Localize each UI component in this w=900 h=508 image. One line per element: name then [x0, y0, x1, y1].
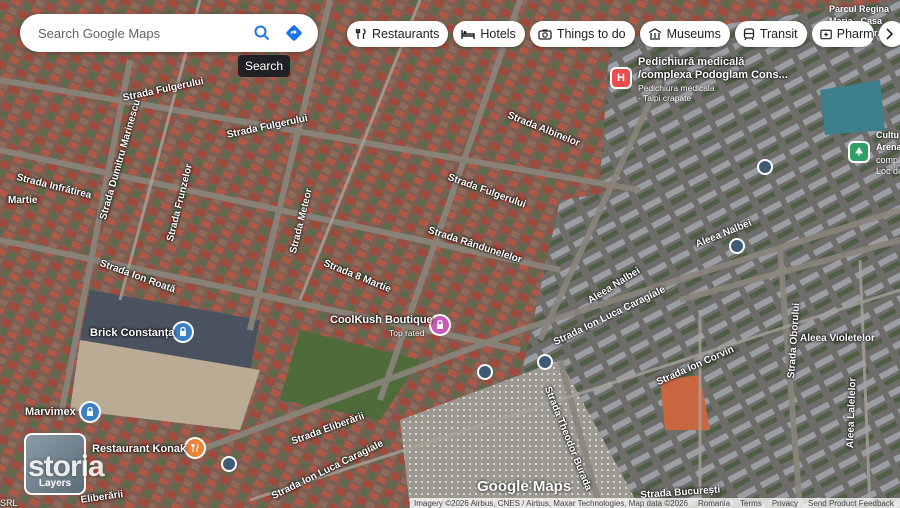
- transit-stop-icon[interactable]: [479, 366, 491, 378]
- camera-icon: [538, 29, 552, 40]
- pharmacy-icon: [819, 29, 832, 40]
- search-icon[interactable]: [246, 17, 278, 49]
- shopping-pin-icon[interactable]: [174, 323, 192, 341]
- category-chips: Restaurants Hotels Things to do Museums …: [347, 21, 900, 47]
- search-box[interactable]: Search Google Maps: [20, 14, 318, 52]
- chip-things-to-do[interactable]: Things to do: [529, 21, 635, 47]
- google-maps-logo: Google Maps: [477, 478, 572, 495]
- chip-museums[interactable]: Museums: [639, 21, 730, 47]
- hotel-icon: [461, 30, 476, 39]
- place-parc: Parcul Regina: [829, 4, 890, 14]
- transit-icon: [743, 27, 754, 40]
- street-label: Aleea Violetelor: [800, 333, 875, 344]
- chips-scroll-right-button[interactable]: [878, 21, 900, 47]
- imagery-attribution: Imagery ©2026 Airbus, CNES / Airbus, Max…: [414, 498, 689, 508]
- watermark-logo: storia: [28, 450, 105, 483]
- terms-link[interactable]: Terms: [740, 499, 762, 508]
- country-link[interactable]: Romania: [698, 499, 730, 508]
- directions-icon[interactable]: [278, 17, 310, 49]
- chip-label: Museums: [666, 27, 721, 41]
- chip-transit[interactable]: Transit: [734, 21, 807, 47]
- feedback-link[interactable]: Send Product Feedback: [808, 499, 894, 508]
- top-bar: Search Google Maps: [20, 14, 318, 52]
- chip-restaurants[interactable]: Restaurants: [347, 21, 449, 47]
- poi-pedichiura-subtitle: Pedichiura medicala: [638, 83, 715, 93]
- chip-hotels[interactable]: Hotels: [453, 21, 525, 47]
- poi-coolkush-boutique[interactable]: CoolKush Boutique: [330, 314, 433, 326]
- poi-restaurant-konak[interactable]: Restaurant Konak: [92, 443, 186, 455]
- chip-label: Things to do: [556, 27, 626, 41]
- poi-pedichiura-line2: /complexa Podoglam Cons...: [638, 69, 788, 81]
- place-loc: Loc de: [876, 166, 900, 176]
- poi-pedichiura[interactable]: Pedichiură medicală: [638, 56, 744, 68]
- transit-stop-icon[interactable]: [731, 240, 743, 252]
- museum-icon: [648, 28, 661, 40]
- restaurant-icon: [355, 28, 366, 39]
- poi-marvimex[interactable]: Marvimex: [25, 406, 76, 418]
- medical-pin-icon[interactable]: H: [612, 69, 630, 87]
- poi-brick-constanta[interactable]: Brick Constanța: [90, 327, 174, 339]
- poi-pedichiura-subtitle2: - Talpi crapate: [638, 93, 692, 103]
- transit-stop-icon[interactable]: [539, 356, 551, 368]
- place-cultu: Cultu: [876, 130, 899, 140]
- street-label: Martie: [8, 195, 38, 206]
- park-pin-icon[interactable]: [850, 143, 868, 161]
- corner-text: SRL: [0, 498, 18, 508]
- transit-stop-icon[interactable]: [759, 161, 771, 173]
- shopping-pin-icon[interactable]: [81, 403, 99, 421]
- shopping-pin-icon[interactable]: [431, 316, 449, 334]
- map-footer: Imagery ©2026 Airbus, CNES / Airbus, Max…: [410, 498, 900, 508]
- search-input[interactable]: Search Google Maps: [38, 26, 246, 41]
- place-complex: comple: [876, 155, 900, 165]
- transit-stop-icon[interactable]: [223, 458, 235, 470]
- place-arena: Arena: [876, 142, 900, 152]
- chip-label: Restaurants: [372, 27, 440, 41]
- chip-pharmacies[interactable]: Pharm: [811, 21, 874, 47]
- privacy-link[interactable]: Privacy: [772, 499, 798, 508]
- chevron-right-icon: [886, 28, 894, 40]
- chip-label: Transit: [759, 27, 798, 41]
- chip-label: Pharm: [836, 27, 874, 41]
- restaurant-pin-icon[interactable]: [186, 439, 204, 457]
- chip-label: Hotels: [480, 27, 516, 41]
- search-tooltip: Search: [238, 55, 291, 77]
- poi-coolkush-subtitle: Top rated: [389, 328, 425, 338]
